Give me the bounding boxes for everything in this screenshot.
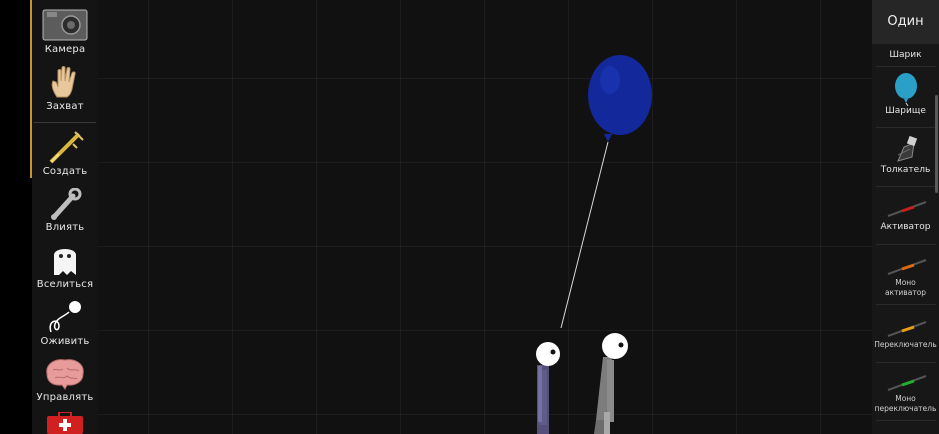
brain-icon: [46, 359, 84, 390]
panel-scrollbar[interactable]: [935, 95, 938, 193]
item-separator: [876, 127, 936, 128]
tool-control-label: Управлять: [36, 392, 94, 403]
tool-camera-label: Камера: [44, 44, 86, 55]
tool-grab-label: Захват: [46, 101, 84, 112]
item-separator: [876, 244, 936, 245]
left-edge: [0, 0, 32, 434]
ragdoll-gray[interactable]: [594, 333, 628, 434]
mono-switch-icon: [887, 375, 926, 391]
item-mono-activator-label-1: Моно: [895, 278, 916, 287]
tool-create-label: Создать: [42, 166, 88, 177]
item-separator: [876, 186, 936, 187]
item-balloon[interactable]: Шарик: [874, 50, 937, 60]
item-mono-activator-label-2: активатор: [884, 288, 927, 297]
item-separator: [876, 362, 936, 363]
blue-balloon[interactable]: [588, 55, 652, 142]
tool-camera[interactable]: Камера: [32, 6, 98, 55]
item-mono-switch-label-1: Моно: [895, 394, 916, 403]
medkit-icon: [47, 412, 83, 434]
tool-create[interactable]: Создать: [32, 130, 98, 177]
item-separator: [876, 304, 936, 305]
item-balloon-label: Шарик: [889, 50, 922, 60]
tool-control[interactable]: Управлять: [32, 356, 98, 403]
tool-possess-label: Вселиться: [36, 279, 94, 290]
tool-possess[interactable]: Вселиться: [32, 243, 98, 290]
item-switch-label: Переключатель: [874, 340, 937, 349]
item-big-balloon-label: Шарище: [885, 106, 926, 116]
item-pusher[interactable]: Толкатель: [874, 133, 937, 175]
scene-layer: [536, 55, 652, 434]
pusher-icon: [896, 135, 917, 162]
tool-affect-label: Влиять: [45, 222, 85, 233]
item-big-balloon[interactable]: Шарище: [874, 72, 937, 116]
camera-icon: [42, 9, 88, 41]
toolbar-divider: [34, 122, 96, 123]
tool-grab[interactable]: Захват: [32, 63, 98, 112]
item-activator[interactable]: Активатор: [874, 192, 937, 232]
mode-button[interactable]: Один: [872, 0, 939, 44]
item-mono-switch[interactable]: Моно переключатель: [874, 368, 937, 414]
spawn-panel: Один Шарик Шарище Толкатель Активатор Мо…: [872, 0, 939, 434]
item-mono-switch-label-2: переключатель: [874, 404, 937, 413]
tool-affect[interactable]: Влиять: [32, 188, 98, 233]
hand-icon: [51, 66, 76, 98]
item-activator-label: Активатор: [880, 222, 931, 232]
item-separator: [876, 66, 936, 67]
item-separator: [876, 420, 936, 421]
mono-activator-icon: [887, 259, 926, 275]
balloon-string: [560, 141, 609, 329]
syringe-icon: [49, 131, 84, 164]
ghost-icon: [54, 249, 76, 275]
item-pusher-label: Толкатель: [880, 165, 931, 175]
switch-icon: [887, 321, 926, 337]
item-switch[interactable]: Переключатель: [874, 310, 937, 350]
ragdoll-purple[interactable]: [536, 342, 560, 434]
cyan-balloon-icon: [894, 73, 917, 106]
tool-revive[interactable]: Оживить: [32, 300, 98, 347]
tool-revive-label: Оживить: [40, 336, 90, 347]
tool-toolbar: Камера Захват Создать Влиять Вселиться О…: [32, 0, 98, 434]
revive-icon: [49, 301, 81, 333]
wrench-icon: [51, 188, 82, 220]
tool-medkit[interactable]: [32, 412, 98, 434]
item-mono-activator[interactable]: Моно активатор: [874, 252, 937, 298]
activator-icon: [887, 201, 926, 217]
